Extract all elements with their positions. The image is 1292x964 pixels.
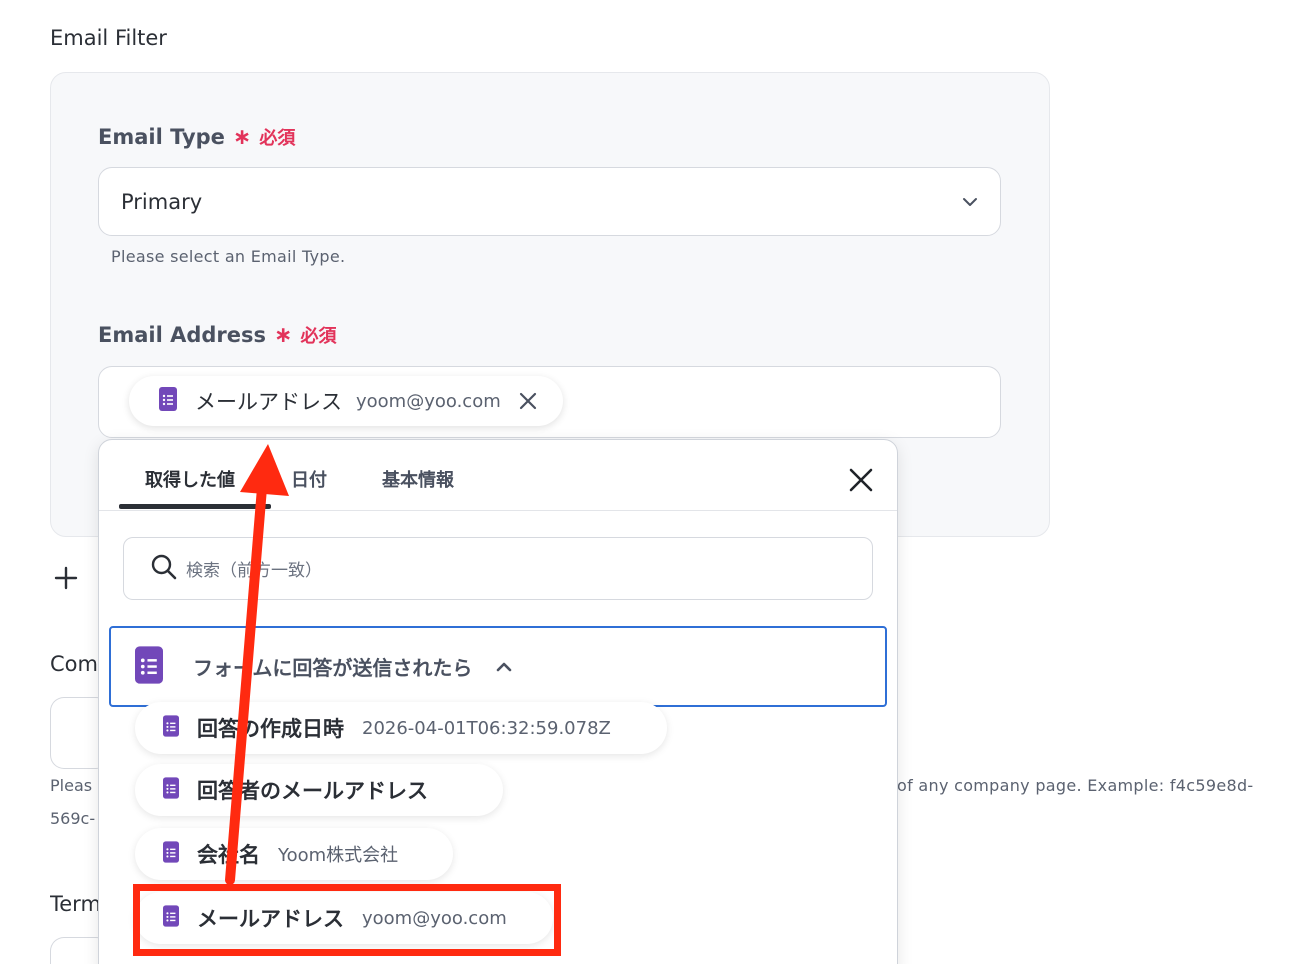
google-forms-icon xyxy=(163,715,179,741)
picker-tabs: 取得した値 日付 基本情報 xyxy=(99,440,897,511)
required-text: 必須 xyxy=(300,326,337,347)
tab-date[interactable]: 日付 xyxy=(291,466,327,492)
email-type-value: Primary xyxy=(121,190,203,214)
chevron-up-icon[interactable] xyxy=(494,657,514,677)
list-item[interactable]: 会社名 Yoom株式会社 xyxy=(135,828,453,880)
list-item[interactable]: メールアドレス yoom@yoo.com xyxy=(135,892,553,944)
google-forms-icon xyxy=(163,841,179,867)
required-text: 必須 xyxy=(259,128,296,149)
page: Email Filter Email Type ∗ 必須 Primary Ple… xyxy=(0,0,1292,964)
chip-value: yoom@yoo.com xyxy=(356,390,501,412)
email-type-label: Email Type ∗ 必須 xyxy=(98,124,295,150)
plus-icon[interactable] xyxy=(54,566,78,594)
email-type-label-text: Email Type xyxy=(98,125,225,149)
item-value: Yoom株式会社 xyxy=(278,845,399,866)
value-picker-panel: 取得した値 日付 基本情報 検索（前方一致） フォームに回答が送信されたら 回答… xyxy=(98,439,898,964)
google-forms-icon xyxy=(163,777,179,803)
active-tab-indicator xyxy=(119,504,271,509)
close-icon[interactable] xyxy=(517,390,539,412)
chevron-down-icon[interactable] xyxy=(960,192,980,216)
term-field-label: Term xyxy=(50,892,100,916)
google-forms-icon xyxy=(159,387,177,415)
close-icon[interactable] xyxy=(847,466,875,498)
google-forms-icon xyxy=(163,905,179,931)
company-helper-start: Pleas xyxy=(50,776,93,795)
search-placeholder: 検索（前方一致） xyxy=(186,561,322,581)
group-title: フォームに回答が送信されたら xyxy=(193,656,473,680)
item-name: 回答者のメールアドレス xyxy=(197,779,428,803)
search-input[interactable]: 検索（前方一致） xyxy=(123,537,873,600)
group-header-form-submitted[interactable]: フォームに回答が送信されたら xyxy=(109,626,887,707)
tab-fetched-values[interactable]: 取得した値 xyxy=(145,466,235,492)
item-name: 回答の作成日時 xyxy=(197,717,344,741)
required-star: ∗ xyxy=(274,322,293,348)
item-name: メールアドレス xyxy=(197,907,344,931)
chip-name: メールアドレス xyxy=(195,390,342,414)
tab-basic-info[interactable]: 基本情報 xyxy=(382,466,454,492)
company-helper-line2: 569c- xyxy=(50,809,96,828)
required-star: ∗ xyxy=(232,124,252,150)
google-forms-icon xyxy=(135,645,163,688)
company-helper-end: of any company page. Example: f4c59e8d- xyxy=(897,776,1254,795)
email-address-chip[interactable]: メールアドレス yoom@yoo.com xyxy=(129,376,563,426)
list-item[interactable]: 回答の作成日時 2026-04-01T06:32:59.078Z xyxy=(135,702,667,754)
email-address-label: Email Address ∗ 必須 xyxy=(98,322,336,348)
email-address-label-text: Email Address xyxy=(98,323,267,347)
email-type-select[interactable]: Primary xyxy=(98,167,1001,236)
item-value: 2026-04-01T06:32:59.078Z xyxy=(362,717,611,739)
email-type-helper: Please select an Email Type. xyxy=(111,247,346,266)
item-name: 会社名 xyxy=(197,843,260,867)
search-icon xyxy=(150,553,178,585)
list-item[interactable]: 回答者のメールアドレス xyxy=(135,764,503,816)
section-title: Email Filter xyxy=(50,26,167,50)
item-value: yoom@yoo.com xyxy=(362,907,507,929)
company-field-label: Com xyxy=(50,652,98,676)
